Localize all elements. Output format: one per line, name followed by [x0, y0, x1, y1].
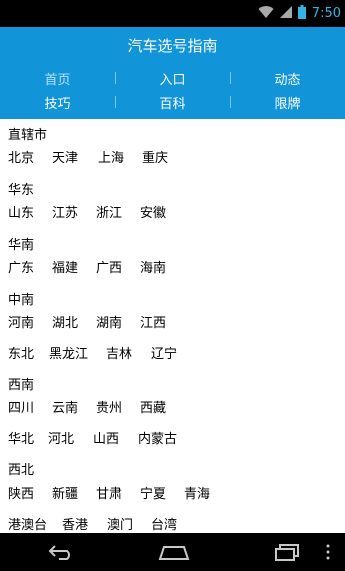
province-link[interactable]: 台湾 — [151, 514, 195, 533]
province-link[interactable]: 广东 — [8, 257, 52, 276]
region-label: 华北 — [8, 432, 35, 447]
province-link[interactable]: 宁夏 — [140, 483, 184, 502]
province-link[interactable]: 青海 — [184, 483, 228, 502]
region-label: 西南 — [8, 378, 35, 393]
tab-restriction[interactable]: 限牌 — [230, 90, 345, 114]
province-link[interactable]: 香港 — [62, 514, 107, 533]
status-time: 7:50 — [311, 6, 341, 21]
menu-icon[interactable] — [318, 538, 338, 566]
region-row: 山东 江苏 浙江 安徽 — [8, 202, 184, 221]
region-row: 港澳台 香港 澳门 台湾 — [8, 514, 195, 533]
app-title: 汽车选号指南 — [127, 37, 218, 55]
province-link[interactable]: 西藏 — [140, 397, 184, 416]
battery-icon — [297, 4, 306, 23]
region-list: 直辖市 北京 天津 上海 重庆 华东 山东 江苏 浙江 安徽 华南 广东 福建 … — [0, 119, 345, 533]
nav-tabs: 首页 入口 动态 技巧 百科 限牌 — [0, 64, 345, 119]
province-link[interactable]: 江苏 — [52, 202, 96, 221]
province-link[interactable]: 四川 — [8, 397, 52, 416]
back-icon[interactable] — [42, 538, 82, 566]
province-link[interactable]: 河北 — [48, 428, 93, 447]
province-link[interactable]: 广西 — [96, 257, 140, 276]
region-row: 东北 黑龙江 吉林 辽宁 — [8, 343, 195, 362]
signal-icon — [279, 5, 292, 23]
region-label: 西北 — [8, 463, 35, 478]
wifi-icon — [258, 5, 274, 23]
region-row: 河南 湖北 湖南 江西 — [8, 312, 184, 331]
province-link[interactable]: 吉林 — [106, 343, 151, 362]
region-label: 港澳台 — [8, 518, 48, 533]
region-label: 华南 — [8, 238, 35, 253]
system-nav-bar — [0, 533, 345, 571]
tab-news[interactable]: 动态 — [230, 66, 345, 90]
province-link[interactable]: 黑龙江 — [49, 343, 106, 362]
province-link[interactable]: 天津 — [52, 147, 98, 166]
region-row: 陕西 新疆 甘肃 宁夏 青海 — [8, 483, 228, 502]
province-link[interactable]: 贵州 — [96, 397, 140, 416]
province-link[interactable]: 湖南 — [96, 312, 140, 331]
province-link[interactable]: 澳门 — [107, 514, 151, 533]
tab-entry[interactable]: 入口 — [115, 66, 230, 90]
province-link[interactable]: 安徽 — [140, 202, 184, 221]
province-link[interactable]: 上海 — [98, 147, 142, 166]
region-label: 华东 — [8, 183, 35, 198]
province-link[interactable]: 内蒙古 — [138, 428, 198, 447]
region-label: 中南 — [8, 293, 35, 308]
region-row: 广东 福建 广西 海南 — [8, 257, 184, 276]
province-link[interactable]: 湖北 — [52, 312, 96, 331]
province-link[interactable]: 山西 — [93, 428, 138, 447]
tab-home[interactable]: 首页 — [0, 66, 115, 90]
province-link[interactable]: 新疆 — [52, 483, 96, 502]
province-link[interactable]: 海南 — [140, 257, 184, 276]
province-link[interactable]: 辽宁 — [151, 343, 195, 362]
region-row: 华北 河北 山西 内蒙古 — [8, 428, 198, 447]
tab-tips[interactable]: 技巧 — [0, 90, 115, 114]
province-link[interactable]: 北京 — [8, 147, 52, 166]
region-label: 直辖市 — [8, 128, 48, 143]
recents-icon[interactable] — [268, 538, 308, 566]
tab-encyclopedia[interactable]: 百科 — [115, 90, 230, 114]
home-icon[interactable] — [153, 538, 195, 566]
province-link[interactable]: 江西 — [140, 312, 184, 331]
region-row: 北京 天津 上海 重庆 — [8, 147, 186, 166]
status-bar: 7:50 — [0, 0, 345, 27]
province-link[interactable]: 云南 — [52, 397, 96, 416]
province-link[interactable]: 河南 — [8, 312, 52, 331]
app-title-bar: 汽车选号指南 — [0, 27, 345, 64]
status-icons: 7:50 — [258, 0, 341, 27]
province-link[interactable]: 山东 — [8, 202, 52, 221]
region-row: 四川 云南 贵州 西藏 — [8, 397, 184, 416]
province-link[interactable]: 福建 — [52, 257, 96, 276]
province-link[interactable]: 甘肃 — [96, 483, 140, 502]
province-link[interactable]: 重庆 — [142, 147, 186, 166]
province-link[interactable]: 浙江 — [96, 202, 140, 221]
province-link[interactable]: 陕西 — [8, 483, 52, 502]
region-label: 东北 — [8, 347, 35, 362]
